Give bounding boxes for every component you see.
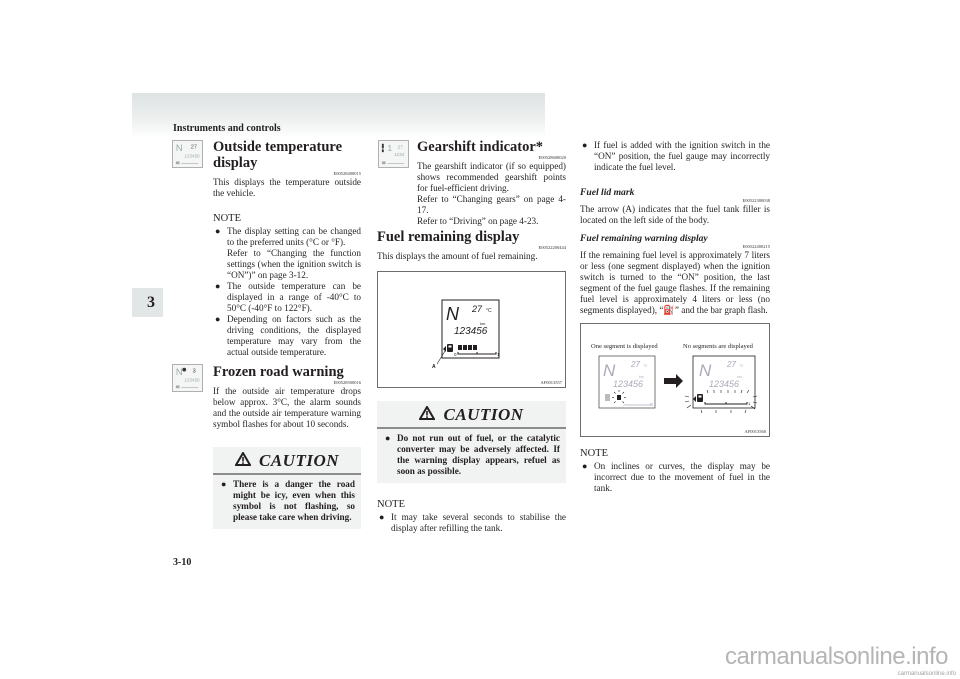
svg-text:27: 27 [726, 360, 736, 369]
note-label: NOTE [213, 213, 241, 224]
gearshift-ref: Refer to “Changing gears” on page 4-17. [417, 194, 566, 215]
fuel-display-illustration: N 27 °C km 123456 0 1 A [432, 299, 500, 370]
warning-triangle-icon [234, 450, 252, 469]
caution-title: CAUTION [443, 404, 524, 424]
svg-text:°C: °C [739, 363, 744, 368]
temp-unit: °C [486, 308, 492, 314]
note-label: NOTE [377, 499, 405, 510]
gearshift-thumbnail-icon: 1 27 1234 [378, 140, 409, 168]
svg-text:1: 1 [387, 143, 392, 153]
label-one-segment: One segment is displayed [591, 343, 658, 350]
right-column: If fuel is added with the ignition switc… [580, 140, 770, 316]
svg-text:3: 3 [193, 368, 196, 374]
warning-triangle-icon [418, 404, 437, 423]
fuel-warning-title: Fuel remaining warning display [580, 233, 708, 244]
note-item: On inclines or curves, the display may b… [582, 461, 770, 494]
note-label: NOTE [580, 448, 608, 459]
fuel-remaining-title: Fuel remaining display [377, 229, 520, 245]
svg-text:27: 27 [398, 144, 404, 149]
right-column-note: NOTE On inclines or curves, the display … [580, 448, 770, 494]
frozen-road-thumbnail-icon: N 3 123456 [172, 364, 203, 392]
chapter-number: 3 [147, 293, 155, 311]
display-one-segment: N 27 °C km 123456 1 [598, 355, 656, 409]
note-item: It may take several seconds to stabilise… [379, 512, 566, 534]
svg-text:N: N [603, 361, 616, 380]
fuel-display-figure: N 27 °C km 123456 0 1 A AF0013557 [377, 271, 566, 388]
temp-readout: 27 [471, 304, 483, 314]
note-item: Depending on factors such as the driving… [215, 314, 361, 358]
figure-code: AF0013557 [540, 380, 562, 385]
fuel-warning-figure: One segment is displayed No segments are… [580, 323, 770, 437]
note-item: The display setting can be changed to th… [215, 226, 361, 281]
display-no-segments: N 27 °C km 123456 1 [684, 355, 758, 414]
svg-text:°C: °C [643, 363, 648, 368]
svg-text:N: N [176, 367, 183, 377]
fuel-caution-box: CAUTION Do not run out of fuel, or the c… [377, 401, 566, 483]
fuel-remaining-body: This displays the amount of fuel remaini… [377, 251, 538, 261]
gear-readout: N [446, 304, 460, 324]
watermark: carmanualsonline.info [725, 643, 948, 670]
gauge-full-label: 1 [497, 352, 500, 357]
fuel-remaining-caution-and-note: CAUTION Do not run out of fuel, or the c… [377, 401, 566, 534]
caution-title: CAUTION [258, 450, 339, 470]
note-item: The outside temperature can be displayed… [215, 281, 361, 314]
fuel-warning-illustration: One segment is displayed No segments are… [591, 343, 758, 414]
odometer-readout: 123456 [454, 326, 488, 337]
svg-text:123456: 123456 [613, 379, 643, 389]
gearshift-section: Gearshift indicator* E00528600020 The ge… [417, 139, 566, 227]
gearshift-ref: Refer to “Driving” on page 4-23. [417, 216, 539, 226]
svg-text:N: N [176, 143, 183, 153]
gearshift-title: Gearshift indicator* [417, 139, 544, 155]
svg-text:123456: 123456 [184, 378, 200, 383]
outside-temp-thumbnail-icon: N 27 123456 [172, 140, 203, 168]
arrow-right-icon [664, 374, 683, 388]
svg-text:N: N [699, 361, 712, 380]
frozen-road-title: Frozen road warning [213, 364, 344, 380]
fuel-lid-title: Fuel lid mark [580, 187, 635, 198]
svg-text:1234: 1234 [394, 152, 405, 157]
svg-text:123456: 123456 [184, 154, 200, 159]
chapter-tab: 3 [132, 288, 163, 317]
watermark-small: carmanualsonline.info [897, 671, 956, 677]
callout-a: A [432, 364, 436, 370]
fuel-warning-body: If the remaining fuel level is approxima… [580, 250, 770, 315]
section-header: Instruments and controls [173, 123, 281, 134]
fuel-remaining-section: Fuel remaining display E00522200444 This… [377, 229, 566, 262]
figure-code: AF0013560 [744, 429, 766, 434]
svg-text:123456: 123456 [709, 379, 739, 389]
fuel-lid-body: The arrow (A) indicates that the fuel ta… [580, 204, 770, 225]
flashing-segment [617, 395, 621, 400]
outside-temperature-title: Outside temperature display [213, 139, 342, 171]
frozen-road-body: If the outside air temperature drops bel… [213, 386, 361, 429]
frozen-road-section: Frozen road warning E00528500016 If the … [213, 364, 361, 529]
svg-text:27: 27 [630, 360, 640, 369]
note-reference: Refer to “Changing the function settings… [227, 248, 361, 280]
gearshift-body: The gearshift indicator (if so equipped)… [417, 161, 566, 193]
outside-temperature-body: This displays the temperature outside th… [213, 177, 361, 198]
caution-item: Do not run out of fuel, or the catalytic… [385, 433, 560, 477]
note-item: If fuel is added with the ignition switc… [582, 140, 770, 173]
caution-item: There is a danger the road might be icy,… [221, 479, 355, 523]
frozen-road-caution-box: CAUTION There is a danger the road might… [213, 447, 361, 529]
label-no-segments: No segments are displayed [683, 343, 754, 350]
outside-temperature-section: Outside temperature display E00528400015… [213, 139, 361, 358]
outside-temperature-notes: The display setting can be changed to th… [213, 226, 361, 358]
svg-text:27: 27 [191, 144, 197, 150]
page-number: 3-10 [173, 557, 192, 568]
